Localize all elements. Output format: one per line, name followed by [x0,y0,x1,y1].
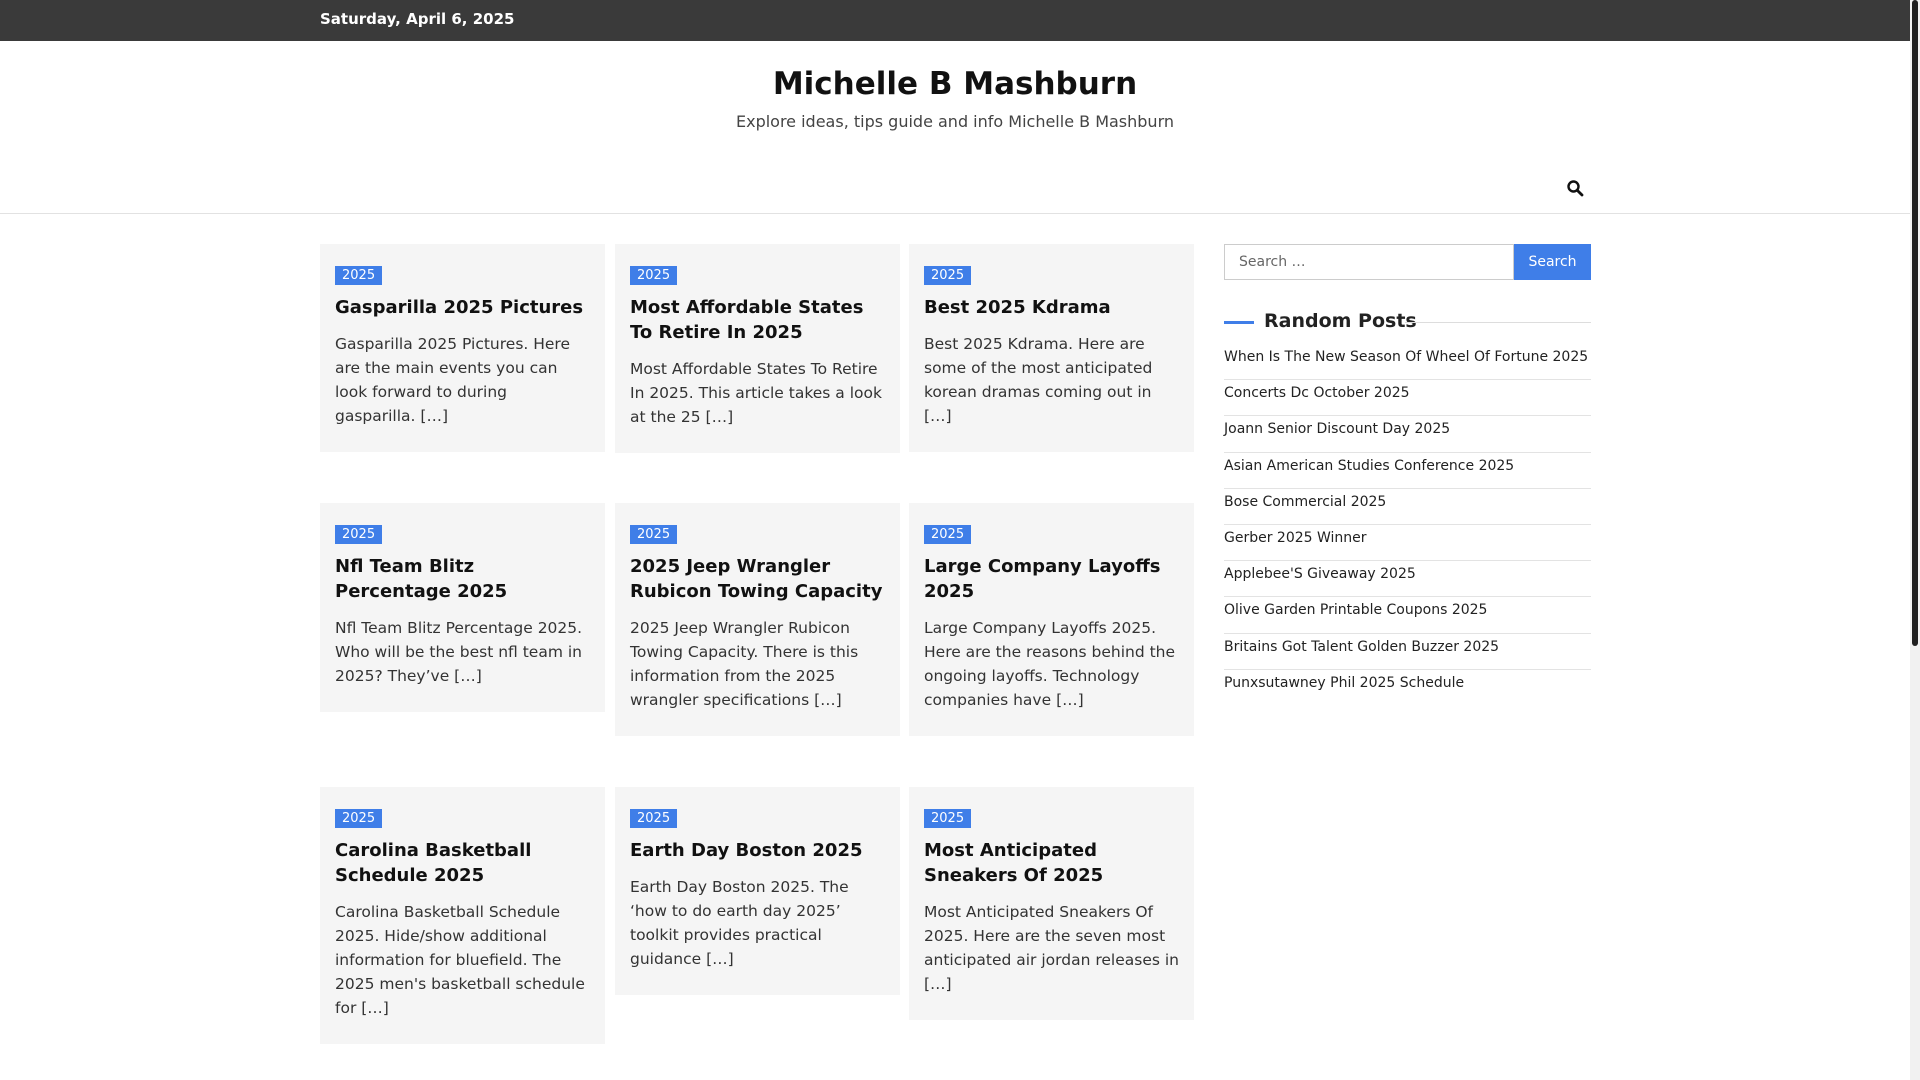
random-posts-list: When Is The New Season Of Wheel Of Fortu… [1224,344,1591,706]
post-card: 2025 Carolina Basketball Schedule 2025 C… [320,787,605,1044]
header-divider [0,213,1910,214]
post-excerpt: Carolina Basketball Schedule 2025. Hide/… [335,903,585,1017]
post-excerpt: Earth Day Boston 2025. The ‘how to do ea… [630,878,849,968]
title-rule [1405,322,1591,323]
post-excerpt: 2025 Jeep Wrangler Rubicon Towing Capaci… [630,619,859,709]
category-badge[interactable]: 2025 [924,525,972,544]
random-post-link[interactable]: Punxsutawney Phil 2025 Schedule [1224,670,1591,706]
random-post-link[interactable]: Concerts Dc October 2025 [1224,380,1591,417]
random-post-link[interactable]: Joann Senior Discount Day 2025 [1224,416,1591,453]
search-icon[interactable] [1566,179,1584,197]
post-title[interactable]: Best 2025 Kdrama [924,295,1179,320]
post-card: 2025 Best 2025 Kdrama Best 2025 Kdrama. … [909,244,1194,452]
post-card: 2025 Most Affordable States To Retire In… [615,244,900,453]
post-card: 2025 2025 Jeep Wrangler Rubicon Towing C… [615,503,900,736]
post-excerpt: Most Affordable States To Retire In 2025… [630,360,882,426]
category-badge[interactable]: 2025 [335,266,383,285]
category-badge[interactable]: 2025 [924,809,972,828]
random-post-link[interactable]: Bose Commercial 2025 [1224,489,1591,525]
widget-title: Random Posts [1264,310,1417,332]
category-badge[interactable]: 2025 [924,266,972,285]
random-post-link[interactable]: Olive Garden Printable Coupons 2025 [1224,597,1591,634]
category-badge[interactable]: 2025 [630,266,678,285]
current-date: Saturday, April 6, 2025 [320,10,515,28]
random-post-link[interactable]: Gerber 2025 Winner [1224,525,1591,562]
post-card: 2025 Earth Day Boston 2025 Earth Day Bos… [615,787,900,995]
scrollbar[interactable] [1910,0,1920,1080]
post-card: 2025 Nfl Team Blitz Percentage 2025 Nfl … [320,503,605,712]
random-post-link[interactable]: When Is The New Season Of Wheel Of Fortu… [1224,344,1591,381]
post-excerpt: Most Anticipated Sneakers Of 2025. Here … [924,903,1179,993]
scrollbar-thumb[interactable] [1912,0,1918,646]
post-title[interactable]: Carolina Basketball Schedule 2025 [335,838,590,888]
search-input[interactable] [1224,244,1514,280]
post-excerpt: Large Company Layoffs 2025. Here are the… [924,619,1176,709]
category-badge[interactable]: 2025 [335,525,383,544]
top-bar: Saturday, April 6, 2025 [0,0,1910,41]
post-title[interactable]: Most Affordable States To Retire In 2025 [630,295,885,345]
random-post-link[interactable]: Asian American Studies Conference 2025 [1224,453,1591,489]
post-title[interactable]: Large Company Layoffs 2025 [924,554,1179,604]
post-card: 2025 Gasparilla 2025 Pictures Gasparilla… [320,244,605,452]
post-card: 2025 Large Company Layoffs 2025 Large Co… [909,503,1194,736]
post-title[interactable]: Earth Day Boston 2025 [630,838,885,863]
post-excerpt: Nfl Team Blitz Percentage 2025. Who will… [335,619,583,685]
post-title[interactable]: Most Anticipated Sneakers Of 2025 [924,838,1179,888]
category-badge[interactable]: 2025 [630,809,678,828]
post-excerpt: Gasparilla 2025 Pictures. Here are the m… [335,335,571,425]
category-badge[interactable]: 2025 [335,809,383,828]
category-badge[interactable]: 2025 [630,525,678,544]
random-post-link[interactable]: Britains Got Talent Golden Buzzer 2025 [1224,634,1591,670]
search-button[interactable]: Search [1514,244,1591,280]
post-title[interactable]: 2025 Jeep Wrangler Rubicon Towing Capaci… [630,554,885,604]
post-card: 2025 Most Anticipated Sneakers Of 2025 M… [909,787,1194,1020]
site-title[interactable]: Michelle B Mashburn [0,66,1910,102]
post-title[interactable]: Nfl Team Blitz Percentage 2025 [335,554,590,604]
widget-header: Random Posts [1224,310,1591,334]
random-post-link[interactable]: Applebee'S Giveaway 2025 [1224,561,1591,598]
site-description: Explore ideas, tips guide and info Miche… [735,112,1175,131]
post-excerpt: Best 2025 Kdrama. Here are some of the m… [924,335,1153,425]
title-accent [1224,321,1254,324]
post-title[interactable]: Gasparilla 2025 Pictures [335,295,590,320]
